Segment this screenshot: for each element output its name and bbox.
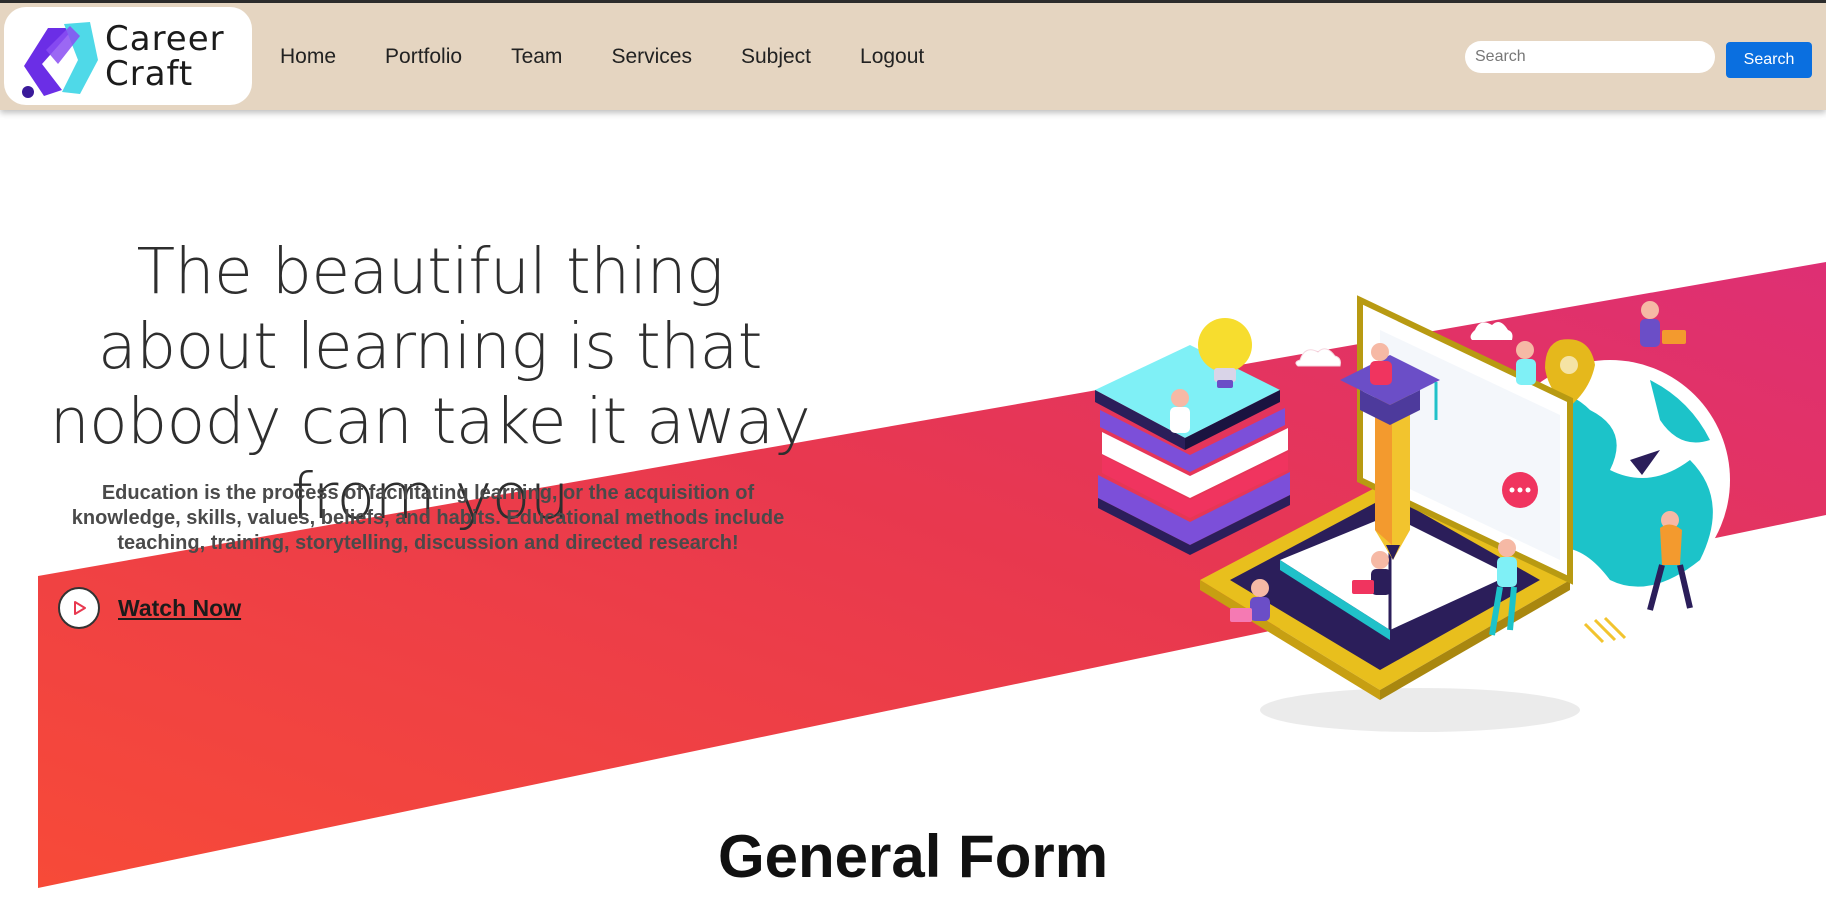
career-craft-logo-icon bbox=[22, 22, 98, 98]
watch-now-button[interactable]: Watch Now bbox=[58, 587, 241, 629]
brand-name: Career Craft bbox=[105, 22, 225, 92]
nav-menu: Home Portfolio Team Services Subject Log… bbox=[280, 3, 973, 110]
nav-link-services[interactable]: Services bbox=[611, 45, 692, 69]
nav-link-home[interactable]: Home bbox=[280, 45, 336, 69]
education-illustration bbox=[1095, 295, 1730, 732]
nav-link-team[interactable]: Team bbox=[511, 45, 562, 69]
brand-line-1: Career bbox=[105, 19, 225, 59]
nav-link-logout[interactable]: Logout bbox=[860, 45, 924, 69]
section-title: General Form bbox=[717, 823, 1109, 890]
search-button[interactable]: Search bbox=[1726, 42, 1812, 78]
navbar: Career Craft Home Portfolio Team Service… bbox=[0, 3, 1826, 110]
nav-link-subject[interactable]: Subject bbox=[741, 45, 811, 69]
nav-link-portfolio[interactable]: Portfolio bbox=[385, 45, 462, 69]
logo[interactable]: Career Craft bbox=[4, 7, 252, 105]
watch-now-label: Watch Now bbox=[118, 594, 242, 621]
brand-line-2: Craft bbox=[105, 54, 194, 94]
search-input[interactable] bbox=[1465, 41, 1715, 73]
hero-description: Education is the process of facilitating… bbox=[71, 482, 785, 554]
play-icon bbox=[58, 587, 100, 629]
